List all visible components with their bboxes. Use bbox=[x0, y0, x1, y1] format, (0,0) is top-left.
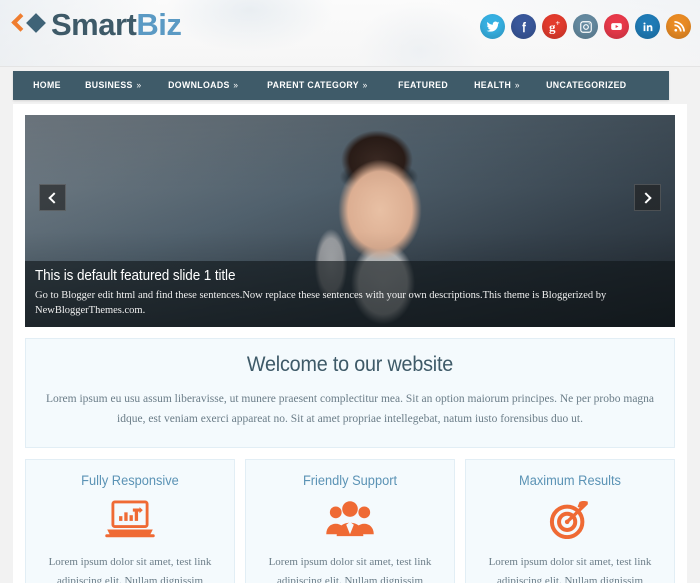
nav-item-health[interactable]: HEALTH» bbox=[464, 71, 530, 100]
linkedin-icon[interactable] bbox=[635, 14, 660, 39]
logo-text-secondary: Biz bbox=[136, 7, 182, 42]
chevron-left-icon bbox=[48, 191, 60, 204]
twitter-icon[interactable] bbox=[480, 14, 505, 39]
submenu-marker-icon: » bbox=[233, 80, 239, 90]
nav-item-home[interactable]: HOME bbox=[23, 71, 71, 100]
nav-label: HOME bbox=[33, 80, 61, 91]
site-header: Smart Biz g+ bbox=[0, 0, 700, 67]
nav-label: HEALTH bbox=[474, 80, 512, 91]
feature-card-fully-responsive: Fully Responsive Lorem ipsum dolor sit a… bbox=[25, 459, 235, 583]
diamond-icon bbox=[26, 12, 46, 33]
featured-slider: This is default featured slide 1 title G… bbox=[25, 115, 675, 327]
features-section: Fully Responsive Lorem ipsum dolor sit a… bbox=[25, 459, 675, 583]
target-dart-icon bbox=[480, 497, 660, 541]
main-navigation: HOME BUSINESS» DOWNLOADS» PARENT CATEGOR… bbox=[13, 71, 669, 100]
nav-label: BUSINESS bbox=[85, 80, 133, 91]
feature-title: Fully Responsive bbox=[81, 473, 179, 488]
page-root: Smart Biz g+ HOME BUSINESS » DOWNLOADS »… bbox=[0, 0, 700, 583]
laptop-chart-icon bbox=[40, 497, 220, 541]
nav-item-business[interactable]: BUSINESS» bbox=[75, 71, 152, 100]
feature-card-maximum-results: Maximum Results Lorem ipsum dolor sit am… bbox=[465, 459, 675, 583]
googleplus-icon[interactable]: g+ bbox=[542, 14, 567, 39]
instagram-icon[interactable] bbox=[573, 14, 598, 39]
slider-next-button[interactable] bbox=[634, 184, 661, 211]
feature-title: Friendly Support bbox=[302, 473, 398, 488]
nav-item-featured[interactable]: FEATURED bbox=[388, 71, 458, 100]
nav-item-downloads[interactable]: DOWNLOADS» bbox=[158, 71, 248, 100]
youtube-icon[interactable] bbox=[604, 14, 629, 39]
feature-text: Lorem ipsum dolor sit amet, test link ad… bbox=[268, 556, 432, 583]
rss-icon[interactable] bbox=[666, 14, 691, 39]
feature-text: Lorem ipsum dolor sit amet, test link ad… bbox=[48, 556, 212, 583]
welcome-title: Welcome to our website bbox=[246, 353, 454, 376]
nav-item-parent-category[interactable]: PARENT CATEGORY» bbox=[257, 71, 378, 100]
feature-title: Maximum Results bbox=[519, 473, 621, 488]
slider-description: Go to Blogger edit html and find these s… bbox=[35, 290, 607, 316]
social-links: g+ bbox=[480, 14, 691, 39]
nav-label: DOWNLOADS bbox=[168, 80, 230, 91]
nav-label: UNCATEGORIZED bbox=[545, 80, 627, 91]
content-area: This is default featured slide 1 title G… bbox=[13, 104, 687, 583]
nav-label: FEATURED bbox=[397, 80, 448, 91]
logo-mark bbox=[11, 11, 50, 39]
welcome-text: Lorem ipsum eu usu assum liberavisse, ut… bbox=[45, 393, 655, 425]
welcome-section: Welcome to our website Lorem ipsum eu us… bbox=[25, 338, 675, 448]
site-logo[interactable]: Smart Biz bbox=[11, 7, 182, 42]
submenu-marker-icon: » bbox=[136, 80, 142, 90]
chevron-right-icon bbox=[640, 191, 652, 204]
slider-title: This is default featured slide 1 title bbox=[35, 268, 236, 284]
slider-caption: This is default featured slide 1 title G… bbox=[25, 261, 675, 327]
submenu-marker-icon: » bbox=[514, 80, 520, 90]
facebook-icon[interactable] bbox=[511, 14, 536, 39]
slider-prev-button[interactable] bbox=[39, 184, 66, 211]
nav-label: PARENT CATEGORY bbox=[266, 80, 359, 91]
nav-item-uncategorized[interactable]: UNCATEGORIZED bbox=[536, 71, 637, 100]
feature-text: Lorem ipsum dolor sit amet, test link ad… bbox=[488, 556, 652, 583]
people-group-icon bbox=[260, 497, 440, 541]
feature-card-friendly-support: Friendly Support Lorem ipsum dolor sit a… bbox=[245, 459, 455, 583]
submenu-marker-icon: » bbox=[362, 80, 368, 90]
logo-text-primary: Smart bbox=[51, 7, 137, 42]
